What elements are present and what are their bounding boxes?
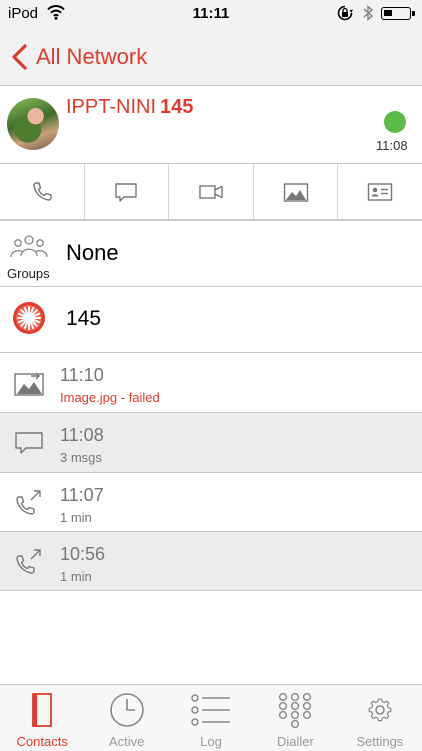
chat-icon	[115, 182, 138, 202]
contact-card-button[interactable]	[338, 164, 422, 219]
contacts-icon	[32, 693, 53, 727]
presence-time: 11:08	[376, 138, 408, 153]
tab-label: Contacts	[16, 734, 68, 749]
groups-icon	[10, 235, 48, 258]
log-detail: 3 msgs	[60, 450, 102, 465]
tab-settings[interactable]: Settings	[338, 685, 422, 751]
send-image-button[interactable]	[254, 164, 339, 219]
tab-label: Active	[108, 734, 145, 749]
gear-icon	[368, 698, 392, 722]
back-button[interactable]: All Network	[10, 42, 147, 72]
tab-log[interactable]: Log	[169, 685, 253, 751]
tab-dialler[interactable]: Dialler	[253, 685, 337, 751]
log-item[interactable]: 11:10 Image.jpg - failed	[0, 353, 422, 413]
tab-label: Settings	[356, 734, 404, 749]
chat-icon	[15, 432, 43, 454]
log-item[interactable]: 11:07 1 min	[0, 473, 422, 532]
number-row[interactable]: 145	[0, 287, 422, 353]
log-item[interactable]: 11:08 3 msgs	[0, 413, 422, 473]
log-time: 11:10	[60, 365, 104, 385]
image-transfer-icon	[14, 372, 44, 396]
groups-label: Groups	[7, 266, 50, 281]
contact-name: IPPT-NINI 145	[66, 96, 193, 119]
tab-active[interactable]: Active	[84, 685, 168, 751]
log-time: 11:07	[60, 485, 104, 505]
keypad-icon	[279, 692, 312, 728]
contact-card-icon	[367, 182, 393, 201]
status-bar: iPod 11:11	[0, 0, 422, 28]
log-time: 11:08	[60, 425, 104, 445]
presence-indicator	[384, 111, 406, 133]
action-bar	[0, 164, 422, 220]
groups-value: None	[66, 240, 119, 265]
contact-name-text: IPPT-NINI	[66, 96, 157, 118]
avatar[interactable]	[7, 98, 59, 150]
outgoing-call-icon	[16, 549, 41, 574]
log-detail: 1 min	[60, 510, 92, 525]
tab-label: Dialler	[277, 734, 314, 749]
outgoing-call-icon	[16, 490, 41, 515]
bluetooth-icon	[362, 4, 374, 26]
groups-row[interactable]: Groups None	[0, 220, 422, 287]
rotation-lock-icon	[337, 5, 353, 25]
tab-bar: Contacts Active Log Dialler Settings	[0, 684, 422, 751]
clock-time: 11:11	[192, 5, 230, 22]
tab-label: Log	[200, 734, 222, 749]
back-button-label: All Network	[36, 44, 148, 69]
message-button[interactable]	[85, 164, 170, 219]
log-time: 10:56	[60, 544, 106, 564]
network-logo-icon	[13, 302, 45, 334]
video-call-button[interactable]	[169, 164, 254, 219]
phone-icon	[33, 181, 52, 201]
log-item[interactable]: 10:56 1 min	[0, 532, 422, 591]
call-button[interactable]	[0, 164, 85, 219]
number-value: 145	[66, 307, 102, 330]
contact-name-number: 145	[160, 96, 194, 118]
navigation-bar: All Network	[0, 28, 422, 86]
log-detail: 1 min	[60, 569, 92, 584]
list-icon	[191, 694, 231, 726]
image-icon	[283, 182, 308, 202]
log-detail: Image.jpg - failed	[60, 390, 160, 405]
battery-icon	[381, 7, 415, 20]
video-icon	[199, 184, 223, 199]
contact-header: IPPT-NINI 145	[0, 86, 422, 164]
tab-contacts[interactable]: Contacts	[0, 685, 84, 751]
chevron-left-icon	[12, 44, 27, 70]
clock-icon	[109, 693, 144, 727]
